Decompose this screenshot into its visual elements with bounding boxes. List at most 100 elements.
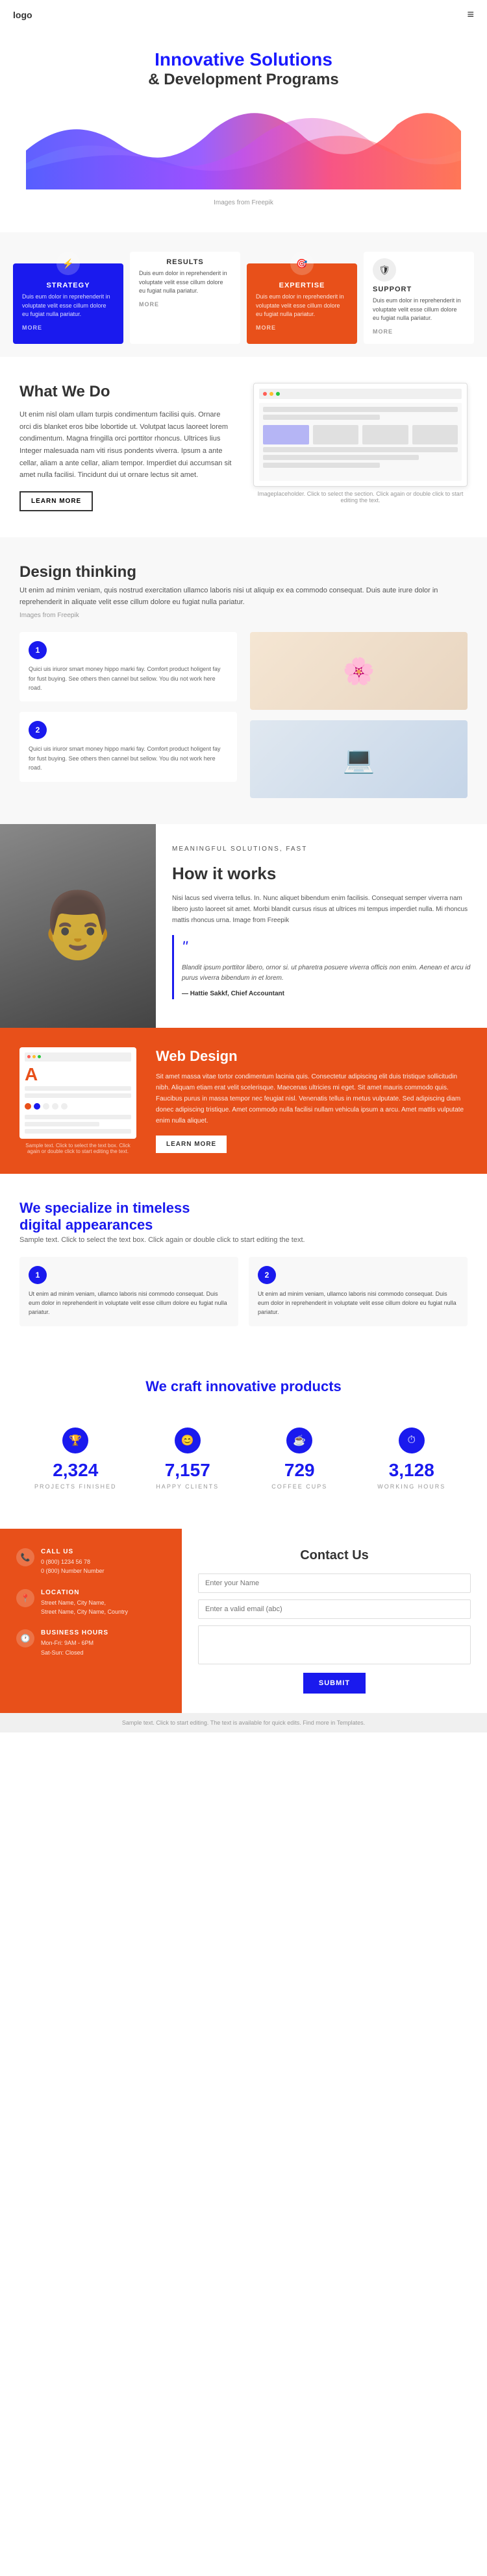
hero-section: Innovative Solutions & Development Progr… xyxy=(0,29,487,219)
spec-card-1-text: Ut enim ad minim veniam, ullamco laboris… xyxy=(29,1289,229,1317)
coffee-num: 729 xyxy=(250,1460,349,1481)
navigation: logo ≡ xyxy=(0,0,487,29)
how-it-works-text: MEANINGFUL SOLUTIONS, FAST How it works … xyxy=(156,824,487,1027)
web-design-text: Web Design Sit amet massa vitae tortor c… xyxy=(156,1048,468,1153)
hours-label: WORKING HOURS xyxy=(362,1483,462,1490)
innovative-title-part1: We craft xyxy=(145,1378,201,1394)
call-line1: 0 (800) 1234 56 78 xyxy=(41,1557,105,1566)
what-we-do-title: What We Do xyxy=(19,383,234,401)
person-icon: 👨 xyxy=(38,888,119,964)
design-image-credit: Images from Freepik xyxy=(19,612,468,619)
contact-call: 📞 CALL US 0 (800) 1234 56 78 0 (800) Num… xyxy=(16,1548,166,1576)
feature-strategy: ⚡ STRATEGY Duis eum dolor in reprehender… xyxy=(13,263,123,344)
learn-more-button[interactable]: LEARN MORE xyxy=(19,491,93,511)
web-mockup-caption: Sample text. Click to select the text bo… xyxy=(19,1143,136,1154)
location-line2: Street Name, City Name, Country xyxy=(41,1607,128,1616)
what-we-do-body: Ut enim nisl olam ullam turpis condiment… xyxy=(19,409,234,481)
feature-support: 🛡 SUPPORT Duis eum dolor in reprehenderi… xyxy=(364,252,474,344)
support-icon: 🛡 xyxy=(373,258,396,282)
hero-image-credit: Images from Freepik xyxy=(26,199,461,206)
email-input[interactable] xyxy=(198,1599,471,1619)
strategy-text: Duis eum dolor in reprehenderit in volup… xyxy=(22,293,114,319)
stats-row: 🏆 2,324 PROJECTS FINISHED 😊 7,157 HAPPY … xyxy=(19,1415,468,1503)
quote-author: — Hattie Sakkf, Chief Accountant xyxy=(182,989,471,999)
expertise-text: Duis eum dolor in reprehenderit in volup… xyxy=(256,293,348,319)
support-text: Duis eum dolor in reprehenderit in volup… xyxy=(373,297,465,323)
web-learn-more-button[interactable]: LEARN MORE xyxy=(156,1136,227,1153)
web-design-mockup: A Sample text. Click to select the text … xyxy=(19,1047,136,1154)
clients-icon: 😊 xyxy=(175,1428,201,1453)
web-design-body: Sit amet massa vitae tortor condimentum … xyxy=(156,1071,468,1126)
support-more[interactable]: MORE xyxy=(373,328,465,335)
spec-card-2: 2 Ut enim ad minim veniam, ullamco labor… xyxy=(249,1257,468,1326)
footer: Sample text. Click to start editing. The… xyxy=(0,1713,487,1732)
specialize-cards: 1 Ut enim ad minim veniam, ullamco labor… xyxy=(19,1257,468,1326)
clients-label: HAPPY CLIENTS xyxy=(138,1483,238,1490)
location-line1: Street Name, City Name, xyxy=(41,1598,128,1607)
step-1-text: Quici uis iriuror smart money hippo mark… xyxy=(29,664,228,692)
strategy-title: STRATEGY xyxy=(22,282,114,289)
name-field-wrapper xyxy=(198,1574,471,1593)
design-thinking-section: Design thinking Ut enim ad minim veniam,… xyxy=(0,537,487,824)
clock-icon: 🕐 xyxy=(16,1629,34,1647)
feature-expertise: 🎯 EXPERTISE Duis eum dolor in reprehende… xyxy=(247,263,357,344)
specialize-title-part1: We specialize in timeless xyxy=(19,1200,190,1216)
features-section: ⚡ STRATEGY Duis eum dolor in reprehender… xyxy=(0,232,487,357)
contact-form-title: Contact Us xyxy=(198,1548,471,1563)
hours-line1: Mon-Fri: 9AM - 6PM xyxy=(41,1638,108,1647)
call-title: CALL US xyxy=(41,1548,105,1555)
design-thinking-text: Ut enim ad minim veniam, quis nostrud ex… xyxy=(19,585,468,608)
results-more[interactable]: MORE xyxy=(139,301,231,308)
spec-card-2-text: Ut enim ad minim veniam, ullamco laboris… xyxy=(258,1289,458,1317)
stat-coffee: ☕ 729 COFFEE CUPS xyxy=(244,1415,356,1503)
desk-icon: 💻 xyxy=(343,744,375,775)
message-input[interactable] xyxy=(198,1625,471,1664)
coffee-icon: ☕ xyxy=(286,1428,312,1453)
logo: logo xyxy=(13,10,32,20)
how-it-works-image: 👨 xyxy=(0,824,156,1027)
message-field-wrapper xyxy=(198,1625,471,1666)
design-image-top: 🌸 xyxy=(250,632,468,710)
innovative-section: We craft innovative products 🏆 2,324 PRO… xyxy=(0,1352,487,1529)
how-subtitle: MEANINGFUL SOLUTIONS, FAST xyxy=(172,844,471,855)
design-steps-left: 1 Quici uis iriuror smart money hippo ma… xyxy=(19,632,237,798)
strategy-more[interactable]: MORE xyxy=(22,324,114,331)
quote-text: Blandit ipsum porttitor libero, ornor si… xyxy=(182,964,470,982)
step-1-num: 1 xyxy=(29,641,47,659)
what-we-do-section: What We Do Ut enim nisl olam ullam turpi… xyxy=(0,357,487,537)
hamburger-icon[interactable]: ≡ xyxy=(467,8,474,21)
strategy-icon: ⚡ xyxy=(56,252,80,275)
spec-card-1: 1 Ut enim ad minim veniam, ullamco labor… xyxy=(19,1257,238,1326)
innovative-title: We craft innovative products xyxy=(19,1378,468,1395)
projects-num: 2,324 xyxy=(26,1460,125,1481)
design-steps: 1 Quici uis iriuror smart money hippo ma… xyxy=(19,632,468,798)
clients-num: 7,157 xyxy=(138,1460,238,1481)
projects-icon: 🏆 xyxy=(62,1428,88,1453)
specialize-section: We specialize in timeless digital appear… xyxy=(0,1174,487,1352)
hours-num: 3,128 xyxy=(362,1460,462,1481)
stat-projects: 🏆 2,324 PROJECTS FINISHED xyxy=(19,1415,132,1503)
hero-title: Innovative Solutions & Development Progr… xyxy=(26,49,461,89)
contact-hours: 🕐 BUSINESS HOURS Mon-Fri: 9AM - 6PM Sat-… xyxy=(16,1629,166,1657)
results-title: RESULTS xyxy=(139,258,231,266)
location-title: LOCATION xyxy=(41,1589,128,1596)
design-image-bottom: 💻 xyxy=(250,720,468,798)
contact-location: 📍 LOCATION Street Name, City Name, Stree… xyxy=(16,1589,166,1617)
phone-icon: 📞 xyxy=(16,1548,34,1566)
expertise-more[interactable]: MORE xyxy=(256,324,348,331)
design-step-1: 1 Quici uis iriuror smart money hippo ma… xyxy=(19,632,237,701)
design-image-icon: 🌸 xyxy=(343,656,375,687)
coffee-label: COFFEE CUPS xyxy=(250,1483,349,1490)
stat-hours: ⏱ 3,128 WORKING HOURS xyxy=(356,1415,468,1503)
how-quote: " Blandit ipsum porttitor libero, ornor … xyxy=(172,935,471,999)
name-input[interactable] xyxy=(198,1574,471,1593)
submit-button[interactable]: SUBMIT xyxy=(303,1673,366,1694)
hours-line2: Sat-Sun: Closed xyxy=(41,1648,108,1657)
stat-clients: 😊 7,157 HAPPY CLIENTS xyxy=(132,1415,244,1503)
contact-info: 📞 CALL US 0 (800) 1234 56 78 0 (800) Num… xyxy=(0,1529,182,1713)
web-design-title: Web Design xyxy=(156,1048,468,1065)
step-2-text: Quici uis iriuror smart money hippo mark… xyxy=(29,744,228,772)
hours-title: BUSINESS HOURS xyxy=(41,1629,108,1636)
email-field-wrapper xyxy=(198,1599,471,1619)
support-title: SUPPORT xyxy=(373,286,465,293)
